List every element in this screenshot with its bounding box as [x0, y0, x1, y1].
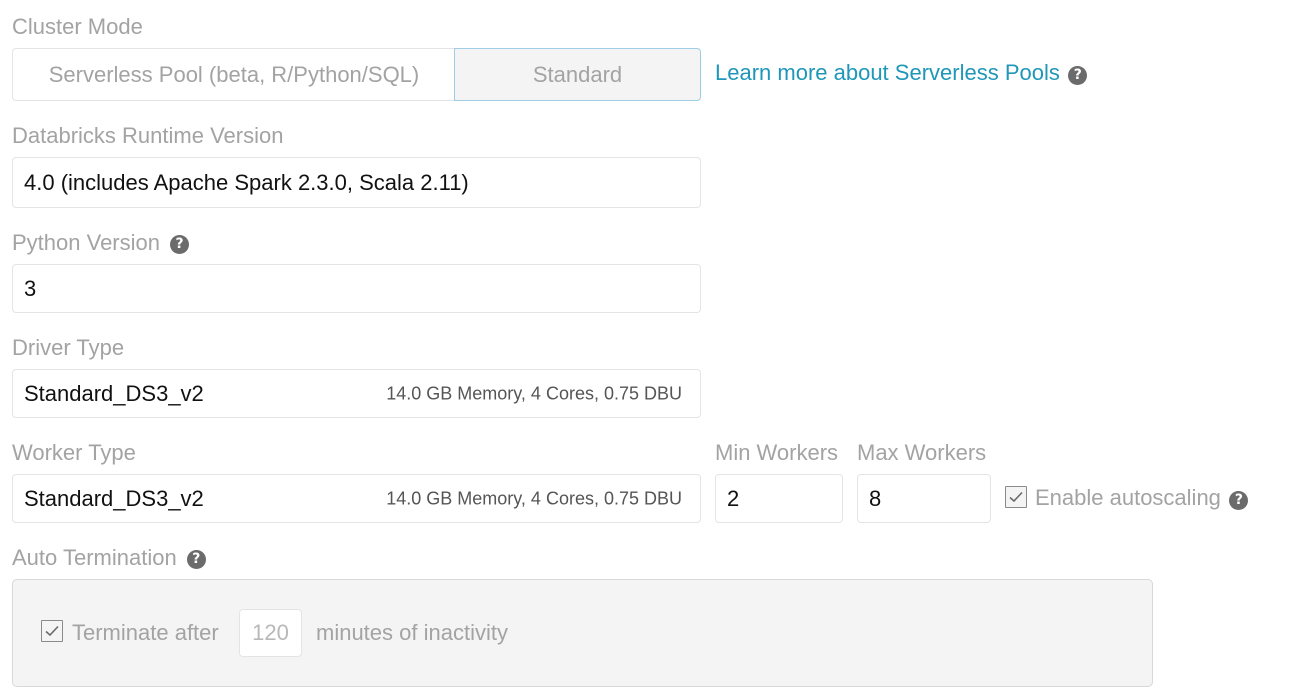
worker-type-value: Standard_DS3_v2	[24, 485, 204, 511]
cluster-mode-label: Cluster Mode	[12, 14, 143, 39]
learn-more-serverless-link[interactable]: Learn more about Serverless Pools	[715, 60, 1060, 85]
checkbox-checked-icon	[1009, 491, 1023, 503]
runtime-version-value: 4.0 (includes Apache Spark 2.3.0, Scala …	[24, 169, 469, 195]
min-workers-label: Min Workers	[715, 440, 839, 465]
driver-type-meta: 14.0 GB Memory, 4 Cores, 0.75 DBU	[386, 383, 682, 403]
serverless-pool-option[interactable]: Serverless Pool (beta, R/Python/SQL)	[12, 48, 455, 101]
worker-type-select[interactable]: Standard_DS3_v2 14.0 GB Memory, 4 Cores,…	[12, 474, 701, 523]
driver-type-value: Standard_DS3_v2	[24, 380, 204, 406]
worker-type-label: Worker Type	[12, 440, 136, 465]
enable-autoscaling-checkbox[interactable]	[1005, 486, 1027, 508]
max-workers-input[interactable]: 8	[857, 474, 991, 523]
standard-option[interactable]: Standard	[454, 48, 701, 101]
terminate-after-label: Terminate after	[72, 620, 219, 645]
termination-minutes-value: 120	[252, 620, 289, 645]
driver-type-select[interactable]: Standard_DS3_v2 14.0 GB Memory, 4 Cores,…	[12, 369, 701, 418]
cluster-mode-segmented-control: Serverless Pool (beta, R/Python/SQL) Sta…	[12, 48, 701, 101]
help-icon[interactable]: ?	[1229, 491, 1249, 511]
help-icon[interactable]: ?	[1068, 66, 1088, 86]
min-workers-value: 2	[727, 485, 740, 511]
python-version-label: Python Version	[12, 230, 160, 255]
learn-more-group: Learn more about Serverless Pools ?	[715, 60, 1088, 86]
enable-autoscaling-label[interactable]: Enable autoscaling	[1035, 485, 1221, 510]
termination-minutes-input[interactable]: 120	[239, 609, 302, 657]
auto-termination-label: Auto Termination	[12, 545, 177, 570]
runtime-version-select[interactable]: 4.0 (includes Apache Spark 2.3.0, Scala …	[12, 157, 701, 208]
python-version-select[interactable]: 3	[12, 264, 701, 313]
standard-option-label: Standard	[532, 61, 623, 87]
max-workers-label: Max Workers	[857, 440, 987, 465]
enable-autoscaling-label-group: Enable autoscaling ?	[1035, 485, 1249, 511]
python-version-value: 3	[24, 275, 37, 301]
auto-termination-label-group: Auto Termination ?	[12, 545, 206, 571]
checkbox-checked-icon	[45, 625, 59, 637]
max-workers-value: 8	[869, 485, 882, 511]
worker-type-meta: 14.0 GB Memory, 4 Cores, 0.75 DBU	[386, 488, 682, 508]
serverless-pool-option-label: Serverless Pool (beta, R/Python/SQL)	[48, 61, 420, 87]
runtime-version-label: Databricks Runtime Version	[12, 123, 284, 148]
help-icon[interactable]: ?	[170, 234, 190, 254]
help-icon[interactable]: ?	[186, 549, 206, 569]
auto-termination-panel: Terminate after 120 minutes of inactivit…	[12, 579, 1153, 687]
min-workers-input[interactable]: 2	[715, 474, 843, 523]
minutes-of-inactivity-label: minutes of inactivity	[316, 620, 508, 645]
python-version-label-group: Python Version ?	[12, 230, 190, 256]
terminate-after-checkbox[interactable]	[41, 620, 63, 642]
driver-type-label: Driver Type	[12, 335, 125, 360]
